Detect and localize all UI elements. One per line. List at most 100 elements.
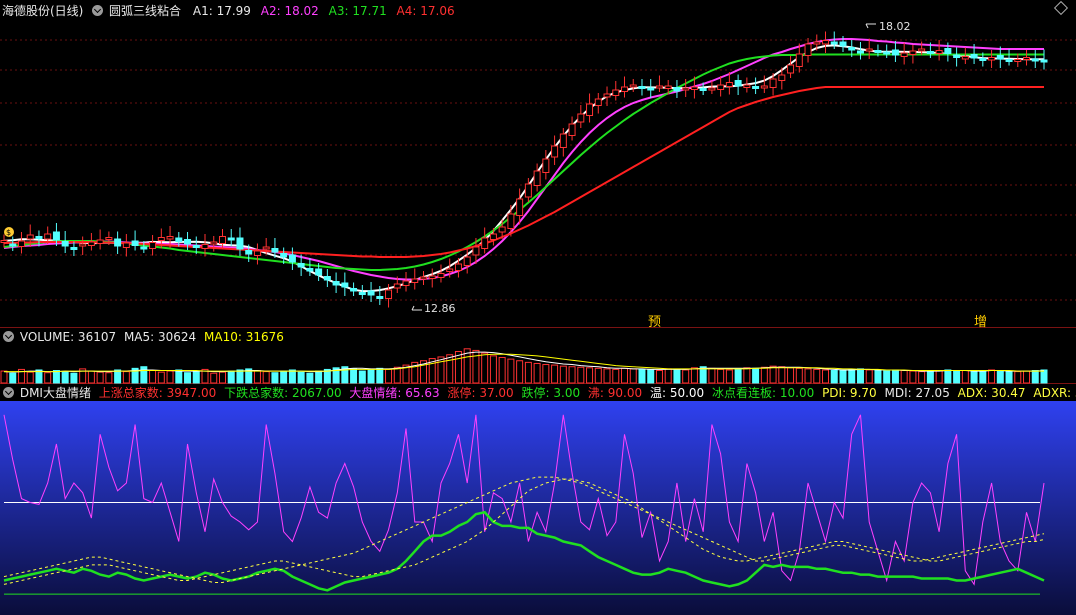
candle-body[interactable] (524, 183, 532, 198)
candle-body[interactable] (26, 234, 34, 240)
candle-body[interactable] (699, 88, 707, 91)
volume-bar[interactable] (909, 370, 917, 384)
volume-bar[interactable] (725, 369, 733, 384)
candle-body[interactable] (210, 241, 218, 245)
volume-bar[interactable] (647, 369, 655, 384)
candle-body[interactable] (935, 50, 943, 54)
candle-body[interactable] (559, 133, 567, 148)
volume-bar[interactable] (891, 369, 899, 384)
volume-bar[interactable] (297, 371, 305, 384)
candle-body[interactable] (140, 246, 148, 250)
candle-body[interactable] (192, 245, 200, 248)
candle-body[interactable] (516, 198, 524, 216)
candle-body[interactable] (778, 74, 786, 81)
volume-bar[interactable] (717, 368, 725, 384)
candle-body[interactable] (149, 242, 157, 249)
candle-body[interactable] (1040, 59, 1048, 63)
volume-bar[interactable] (140, 366, 148, 384)
candle-body[interactable] (586, 103, 594, 116)
volume-bar[interactable] (848, 368, 856, 384)
volume-bar[interactable] (629, 368, 637, 384)
candle-body[interactable] (507, 213, 515, 229)
candle-body[interactable] (297, 263, 305, 268)
volume-bar[interactable] (52, 370, 60, 384)
volume-bar[interactable] (690, 367, 698, 384)
candle-body[interactable] (61, 241, 69, 247)
candle-body[interactable] (87, 241, 95, 246)
candle-body[interactable] (1005, 59, 1013, 62)
volume-bar[interactable] (166, 370, 174, 384)
volume-bar[interactable] (586, 367, 594, 384)
price-candles[interactable] (0, 31, 1048, 308)
candle-body[interactable] (813, 41, 821, 45)
candle-body[interactable] (708, 87, 716, 91)
volume-bar[interactable] (996, 370, 1004, 384)
candle-body[interactable] (218, 236, 226, 244)
volume-bar[interactable] (1014, 371, 1022, 384)
candle-body[interactable] (953, 54, 961, 58)
candle-body[interactable] (682, 87, 690, 91)
candle-body[interactable] (621, 86, 629, 92)
candle-body[interactable] (725, 82, 733, 87)
volume-bar[interactable] (446, 354, 454, 384)
volume-bar[interactable] (1005, 370, 1013, 384)
volume-bar[interactable] (358, 370, 366, 384)
volume-bar[interactable] (507, 358, 515, 384)
candle-body[interactable] (245, 250, 253, 255)
candle-body[interactable] (883, 51, 891, 55)
volume-bar[interactable] (96, 371, 104, 384)
volume-bar[interactable] (804, 368, 812, 384)
candle-body[interactable] (918, 48, 926, 52)
volume-bar[interactable] (900, 370, 908, 384)
candle-body[interactable] (489, 233, 497, 240)
volume-bar[interactable] (122, 371, 130, 384)
volume-bar[interactable] (953, 370, 961, 384)
volume-bar[interactable] (376, 367, 384, 384)
candle-body[interactable] (201, 244, 209, 249)
candle-body[interactable] (253, 250, 261, 256)
volume-bar[interactable] (865, 369, 873, 384)
candle-body[interactable] (446, 268, 454, 272)
volume-bar[interactable] (787, 367, 795, 384)
volume-bar[interactable] (935, 370, 943, 384)
candle-body[interactable] (926, 51, 934, 54)
volume-bar[interactable] (961, 370, 969, 384)
candle-body[interactable] (787, 64, 795, 74)
candle-body[interactable] (262, 246, 270, 250)
candle-body[interactable] (0, 240, 8, 243)
candle-body[interactable] (979, 58, 987, 61)
candle-body[interactable] (454, 263, 462, 271)
candle-body[interactable] (288, 254, 296, 263)
candle-body[interactable] (367, 290, 375, 296)
volume-bar[interactable] (577, 366, 585, 384)
volume-bar[interactable] (752, 367, 760, 384)
candle-body[interactable] (1014, 59, 1022, 62)
volume-bar[interactable] (524, 361, 532, 384)
volume-bar[interactable] (874, 370, 882, 384)
volume-bar[interactable] (1040, 369, 1048, 384)
volume-bar[interactable] (769, 365, 777, 384)
volume-bar[interactable] (682, 369, 690, 384)
volume-bar[interactable] (393, 366, 401, 384)
volume-bar[interactable] (743, 367, 751, 384)
volume-bar[interactable] (918, 371, 926, 384)
candle-body[interactable] (419, 276, 427, 280)
candle-body[interactable] (463, 256, 471, 266)
volume-bar[interactable] (175, 369, 183, 384)
candle-body[interactable] (472, 246, 480, 256)
candle-body[interactable] (988, 57, 996, 61)
candle-body[interactable] (533, 170, 541, 186)
volume-bar[interactable] (612, 368, 620, 384)
candle-body[interactable] (411, 278, 419, 283)
volume-bar[interactable] (664, 368, 672, 384)
candle-body[interactable] (17, 240, 25, 247)
volume-bar[interactable] (262, 371, 270, 384)
candle-body[interactable] (830, 41, 838, 45)
candle-body[interactable] (79, 243, 87, 247)
volume-bar[interactable] (315, 370, 323, 384)
volume-bar[interactable] (970, 371, 978, 384)
volume-bar[interactable] (778, 366, 786, 384)
volume-bar[interactable] (437, 356, 445, 384)
candle-body[interactable] (9, 243, 17, 247)
volume-bar[interactable] (210, 372, 218, 384)
